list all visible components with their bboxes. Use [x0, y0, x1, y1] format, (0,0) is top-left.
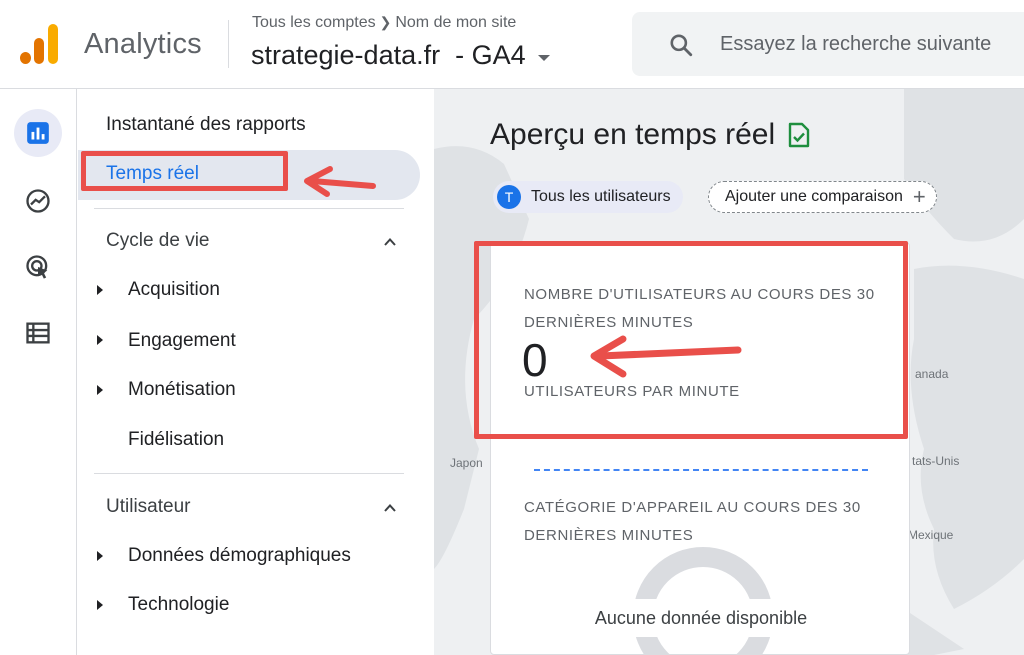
search-icon[interactable] — [668, 32, 694, 58]
plus-icon: + — [912, 184, 926, 209]
chevron-right-icon: ❯ — [379, 14, 392, 30]
advertising-icon[interactable] — [14, 243, 62, 291]
caret-down-icon[interactable] — [537, 54, 550, 61]
map-label-usa: tats-Unis — [912, 454, 960, 468]
product-name: Analytics — [84, 28, 202, 60]
nav-item-demographics[interactable]: Données démographiques — [128, 545, 351, 567]
map-label-mexico: Mexique — [908, 528, 954, 542]
nav-section-lifecycle[interactable]: Cycle de vie — [106, 230, 210, 252]
chevron-up-icon[interactable] — [384, 236, 396, 248]
property-name[interactable]: strategie-data.fr - GA4 — [251, 40, 526, 71]
map-label-canada: anada — [915, 367, 949, 381]
segment-chip[interactable]: T Tous les utilisateurs — [493, 181, 683, 213]
header-divider — [228, 20, 229, 68]
search-input[interactable] — [720, 26, 1024, 62]
page-title-text: Aperçu en temps réel — [490, 118, 776, 151]
left-rail — [0, 89, 77, 655]
expand-arrow-icon[interactable] — [97, 551, 103, 561]
expand-arrow-icon[interactable] — [97, 600, 103, 610]
nav-divider — [94, 473, 404, 474]
add-comparison-button[interactable]: Ajouter une comparaison + — [708, 181, 937, 213]
annotation-box-users — [474, 241, 908, 439]
expand-arrow-icon[interactable] — [97, 385, 103, 395]
expand-arrow-icon[interactable] — [97, 285, 103, 295]
configure-icon[interactable] — [14, 309, 62, 357]
breadcrumb-site[interactable]: Nom de mon site — [395, 14, 516, 31]
nav-section-user[interactable]: Utilisateur — [106, 496, 190, 518]
nav-item-acquisition[interactable]: Acquisition — [128, 279, 220, 301]
chevron-up-icon[interactable] — [384, 502, 396, 514]
nav-item-technology[interactable]: Technologie — [128, 594, 229, 616]
no-data-message: Aucune donnée disponible — [569, 599, 833, 637]
segment-label: Tous les utilisateurs — [531, 188, 671, 205]
verified-report-icon[interactable] — [787, 122, 811, 148]
breadcrumb-account[interactable]: Tous les comptes — [252, 14, 376, 31]
expand-arrow-icon[interactable] — [97, 335, 103, 345]
top-app-bar: Analytics Tous les comptes ❯ Nom de mon si… — [0, 0, 1024, 89]
property-selector[interactable]: strategie-data.fr - GA4 — [251, 40, 550, 71]
annotation-box-realtime — [81, 151, 288, 191]
analytics-logo[interactable] — [20, 24, 60, 64]
breadcrumb[interactable]: Tous les comptes ❯ Nom de mon site — [252, 14, 516, 32]
search-bar[interactable] — [632, 12, 1024, 76]
add-comparison-label: Ajouter une comparaison — [725, 188, 903, 205]
nav-item-retention[interactable]: Fidélisation — [128, 429, 224, 451]
reports-icon[interactable] — [14, 109, 62, 157]
page-title: Aperçu en temps réel — [490, 118, 811, 152]
map-label-japon: Japon — [450, 456, 483, 470]
nav-item-monetisation[interactable]: Monétisation — [128, 379, 236, 401]
explore-icon[interactable] — [14, 177, 62, 225]
nav-divider — [94, 208, 404, 209]
users-per-minute-chart[interactable] — [534, 469, 868, 471]
nav-item-engagement[interactable]: Engagement — [128, 330, 236, 352]
device-card-title: CATÉGORIE D'APPAREIL AU COURS DES 30 DER… — [524, 499, 861, 544]
nav-item-snapshot[interactable]: Instantané des rapports — [106, 114, 306, 136]
segment-avatar: T — [497, 185, 521, 209]
